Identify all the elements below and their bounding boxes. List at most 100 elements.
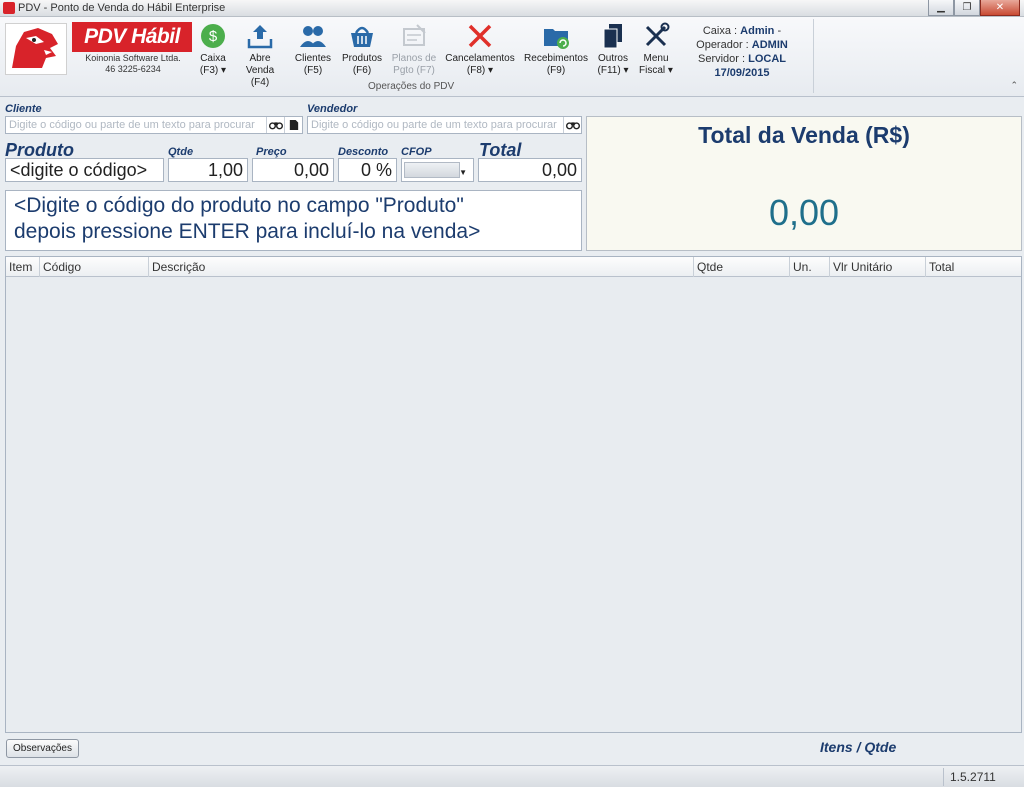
cliente-search-binoculars-icon[interactable] [266,117,284,133]
minimize-button[interactable]: ▁ [928,0,954,16]
caixa-button[interactable]: $ Caixa (F3) ▾ [196,21,230,77]
company-info: Koinonia Software Ltda. 46 3225-6234 [75,53,191,75]
title-bar: PDV - Ponto de Venda do Hábil Enterprise… [0,0,1024,17]
version-label: 1.5.2711 [950,770,996,784]
menu-fiscal-label: Menu [643,53,669,64]
clientes-label: Clientes [294,53,332,64]
session-date: 17/09/2015 [714,67,770,79]
window-controls: ▁ ❐ ✕ [928,0,1020,16]
total-item-input: 0,00 [478,158,582,182]
servidor-info: Servidor : LOCAL [686,52,798,66]
operador-info: Operador : ADMIN [686,38,798,52]
observacoes-button[interactable]: Observações [6,739,79,758]
status-separator [943,768,944,786]
produto-input[interactable]: <digite o código> [5,158,164,182]
outros-label: Outros [597,53,628,64]
sale-total-value: 0,00 [768,192,840,233]
caixa-info-suffix: - [777,25,782,37]
produtos-label: Produtos [341,53,383,64]
cancelamentos-shortcut: (F8) ▾ [466,65,494,76]
planos-pgto-shortcut: Pgto (F7) [393,65,435,76]
column-header-total[interactable]: Total [926,257,1021,277]
abre-venda-shortcut: Venda (F4) [245,65,275,88]
planos-pgto-button[interactable]: Planos de Pgto (F7) [390,21,438,77]
desconto-label: Desconto [338,146,389,158]
instruction-line-2: depois pressione ENTER para incluí-lo na… [14,220,481,243]
column-header-unidade[interactable]: Un. [790,257,830,277]
status-bar: 1.5.2711 [0,765,1024,787]
cfop-label: CFOP [401,146,432,158]
menu-fiscal-shortcut: Fiscal ▾ [639,65,673,76]
column-header-vlr-unitario[interactable]: Vlr Unitário [830,257,926,277]
recebimentos-label: Recebimentos [524,53,588,64]
column-header-item[interactable]: Item [6,257,40,277]
cancelamentos-button[interactable]: Cancelamentos (F8) ▾ [444,21,516,77]
servidor-info-label: Servidor : [697,53,746,65]
pdv-window: PDV - Ponto de Venda do Hábil Enterprise… [0,0,1024,787]
caixa-shortcut: (F3) ▾ [199,65,227,76]
cancelamentos-label: Cancelamentos [445,53,515,64]
recebimentos-button[interactable]: Recebimentos (F9) [522,21,590,77]
sale-total-title: Total da Venda (R$) [698,122,910,148]
desconto-input[interactable]: 0 % [338,158,397,182]
items-qtde-label: Itens / Qtde [820,739,897,755]
ribbon-group-label: Operações do PDV [368,81,455,92]
cliente-input[interactable]: Digite o código ou parte de um texto par… [5,116,303,134]
qtde-label: Qtde [168,146,194,158]
caixa-label: Caixa [200,53,226,64]
column-header-codigo[interactable]: Código [40,257,149,277]
session-info: Caixa : Admin - Operador : ADMIN Servido… [686,24,798,80]
cliente-placeholder: Digite o código ou parte de um texto par… [9,119,255,131]
outros-button[interactable]: Outros (F11) ▾ [594,21,632,77]
preco-input[interactable]: 0,00 [252,158,334,182]
qtde-input[interactable]: 1,00 [168,158,248,182]
caixa-info-value: Admin [740,25,775,37]
chevron-down-icon: ▼ [459,168,467,177]
column-header-descricao[interactable]: Descrição [149,257,694,277]
cfop-select[interactable]: ▼ [401,158,474,182]
folder-refresh-icon [544,29,569,49]
collapse-ribbon-icon[interactable]: ⌃ [1010,80,1018,91]
menu-fiscal-button[interactable]: Menu Fiscal ▾ [636,21,676,77]
svg-text:$: $ [209,28,218,45]
operador-info-label: Operador : [696,39,749,51]
instruction-box: <Digite o código do produto no campo "Pr… [5,190,582,251]
ribbon-toolbar: PDV Hábil Koinonia Software Ltda. 46 322… [0,17,1024,97]
tools-icon [645,22,670,47]
maximize-button[interactable]: ❐ [954,0,980,16]
basket-icon [351,26,373,47]
vendedor-input[interactable]: Digite o código ou parte de um texto par… [307,116,582,134]
cliente-document-icon[interactable] [284,117,302,133]
operador-info-value: ADMIN [751,39,788,51]
instruction-line-1: <Digite o código do produto no campo "Pr… [14,194,464,217]
servidor-info-value: LOCAL [748,53,787,65]
grid-header: Item Código Descrição Qtde Un. Vlr Unitá… [6,257,1021,277]
items-grid[interactable]: Item Código Descrição Qtde Un. Vlr Unitá… [5,256,1022,733]
clientes-shortcut: (F5) [303,65,323,76]
preco-label: Preço [256,146,287,158]
abre-venda-label: Abre [249,53,271,64]
ribbon-separator [813,19,814,93]
column-header-qtde[interactable]: Qtde [694,257,790,277]
planos-pgto-label: Planos de [391,53,437,64]
documents-icon [603,24,622,49]
abre-venda-button[interactable]: Abre Venda (F4) [236,21,284,89]
clientes-button[interactable]: Clientes (F5) [292,21,334,77]
payment-plan-icon [403,24,426,46]
company-name: Koinonia Software Ltda. [85,53,181,63]
caixa-info-label: Caixa : [702,25,738,37]
close-button[interactable]: ✕ [980,0,1020,16]
brand-logo: PDV Hábil [72,22,192,52]
vendedor-placeholder: Digite o código ou parte de um texto par… [311,119,557,131]
window-title: PDV - Ponto de Venda do Hábil Enterprise [18,2,226,14]
users-icon [300,26,326,47]
vendedor-search-binoculars-icon[interactable] [563,117,581,133]
outros-shortcut: (F11) ▾ [597,65,629,76]
cliente-label: Cliente [5,103,42,115]
produtos-shortcut: (F6) [352,65,372,76]
upload-tray-icon [247,25,273,49]
recebimentos-shortcut: (F9) [546,65,566,76]
cancel-x-icon [468,24,492,48]
produtos-button[interactable]: Produtos (F6) [340,21,384,77]
cfop-select-value [404,162,460,178]
